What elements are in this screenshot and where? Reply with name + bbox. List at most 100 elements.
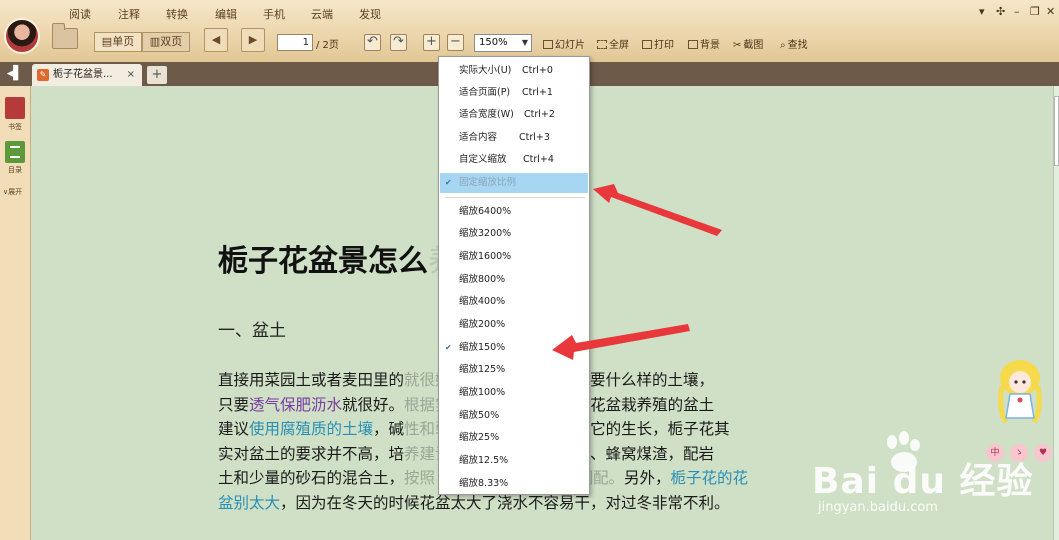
minimize-icon[interactable]: – — [1014, 5, 1020, 18]
text-run: 另外， — [623, 469, 671, 487]
next-page-button[interactable]: ▶ — [241, 28, 265, 52]
open-folder-icon[interactable] — [52, 23, 78, 49]
double-page-button[interactable]: ▥双页 — [142, 32, 190, 52]
menu-item-zoom-1600[interactable]: 缩放1600% — [440, 247, 588, 267]
menu-item-label: 缩放200% — [459, 319, 506, 330]
single-page-button[interactable]: ▤单页 — [94, 32, 142, 52]
menu-item-actual-size[interactable]: 实际大小(U) Ctrl+0 — [440, 61, 588, 81]
menu-item-zoom-200[interactable]: 缩放200% — [440, 315, 588, 335]
menu-separator — [445, 197, 585, 198]
menu-item-label: 缩放6400% — [459, 206, 512, 217]
background-label: 背景 — [700, 40, 720, 51]
screenshot-button[interactable]: ✂ 截图 — [733, 36, 763, 51]
background-button[interactable]: 背景 — [688, 36, 720, 51]
menu-item-fixed-zoom[interactable]: ✔ 固定缩放比例 — [440, 173, 588, 193]
prev-page-button[interactable]: ◀ — [204, 28, 228, 52]
menu-item-label: 实际大小(U) — [459, 65, 512, 76]
zoom-dropdown-menu: 实际大小(U) Ctrl+0 适合页面(P) Ctrl+1 适合宽度(W) Ctrl+… — [438, 56, 590, 495]
menu-item-label: 适合内容 — [459, 132, 498, 143]
menu-read[interactable]: 阅读 — [69, 6, 91, 22]
menu-item-zoom-12-5[interactable]: 缩放12.5% — [440, 451, 588, 471]
fullscreen-button[interactable]: 全屏 — [597, 36, 629, 51]
inline-link[interactable]: 栀子花的花 — [671, 469, 749, 487]
badge-heart[interactable]: ♥ — [1034, 444, 1052, 462]
single-page-icon: ▤ — [101, 35, 113, 48]
page-total: / 2页 — [316, 40, 339, 51]
text-run: 直接用菜园土或者麦田里的 — [218, 371, 405, 389]
toc-label[interactable]: 目录 — [8, 165, 22, 175]
menu-item-zoom-125[interactable]: 缩放125% — [440, 360, 588, 380]
section-heading: 一、盆土 — [218, 321, 286, 341]
zoom-out-button[interactable]: − — [447, 34, 464, 51]
fullscreen-icon — [597, 40, 607, 49]
menu-item-shortcut: Ctrl+2 — [524, 109, 555, 120]
zoom-select[interactable]: 150% ▼ — [474, 34, 532, 52]
rotate-left-button[interactable]: ↶ — [364, 34, 381, 51]
menu-item-zoom-50[interactable]: 缩放50% — [440, 406, 588, 426]
menu-item-zoom-400[interactable]: 缩放400% — [440, 292, 588, 312]
menu-mobile[interactable]: 手机 — [263, 6, 285, 22]
menu-convert[interactable]: 转换 — [166, 6, 188, 22]
settings-icon[interactable]: ✣ — [996, 5, 1005, 18]
single-page-label: 单页 — [112, 35, 135, 48]
menu-item-shortcut: Ctrl+3 — [519, 132, 550, 143]
text-run: 实对盆土的要求并不高，培 — [218, 444, 405, 463]
inline-link[interactable]: 透气保肥沥水 — [249, 396, 342, 414]
print-button[interactable]: 打印 — [642, 36, 674, 51]
minus-icon: − — [450, 34, 461, 49]
menu-item-zoom-25[interactable]: 缩放25% — [440, 428, 588, 448]
pdf-file-icon: ✎ — [37, 69, 49, 81]
menu-item-fit-content[interactable]: 适合内容 Ctrl+3 — [440, 128, 588, 148]
menu-item-label: 固定缩放比例 — [459, 177, 517, 188]
slideshow-button[interactable]: 幻灯片 — [543, 36, 585, 51]
close-window-icon[interactable]: ✕ — [1046, 5, 1055, 18]
menu-item-label: 缩放125% — [459, 364, 506, 375]
slideshow-label: 幻灯片 — [555, 40, 585, 51]
rotate-right-button[interactable]: ↷ — [390, 34, 407, 51]
plus-icon: + — [426, 34, 437, 49]
page-number-input[interactable]: 1 — [277, 34, 313, 51]
menu-edit[interactable]: 编辑 — [215, 6, 237, 22]
find-button[interactable]: ⌕ 查找 — [780, 36, 808, 51]
menu-item-zoom-800[interactable]: 缩放800% — [440, 270, 588, 290]
toc-icon[interactable] — [5, 141, 25, 163]
menu-item-fit-page[interactable]: 适合页面(P) Ctrl+1 — [440, 83, 588, 103]
menu-item-label: 缩放1600% — [459, 251, 512, 262]
maximize-icon[interactable]: ❐ — [1030, 5, 1040, 18]
chevron-down-icon: ▼ — [521, 38, 528, 47]
zoom-value: 150% — [479, 37, 508, 48]
document-tab[interactable]: ✎ 栀子花盆景... × — [32, 64, 142, 86]
menu-annotate[interactable]: 注释 — [118, 6, 140, 22]
expand-sidebar-button[interactable]: ∨展开 — [3, 187, 22, 197]
zoom-in-button[interactable]: + — [423, 34, 440, 51]
rotate-right-icon: ↷ — [393, 34, 404, 49]
menu-cloud[interactable]: 云端 — [311, 6, 333, 22]
double-page-icon: ▥ — [149, 35, 161, 48]
bookmark-label[interactable]: 书签 — [8, 122, 22, 132]
menu-item-label: 缩放400% — [459, 296, 506, 307]
anime-mascot-icon — [998, 360, 1042, 424]
collapse-sidebar-icon[interactable]: ◂▌ — [2, 65, 28, 83]
user-avatar[interactable] — [4, 18, 40, 54]
menu-item-label: 缩放25% — [459, 432, 500, 443]
screenshot-label: 截图 — [743, 40, 764, 51]
menu-item-custom-zoom[interactable]: 自定义缩放 Ctrl+4 — [440, 150, 588, 170]
new-tab-button[interactable]: + — [147, 66, 167, 84]
menu-item-zoom-3200[interactable]: 缩放3200% — [440, 224, 588, 244]
menu-item-zoom-8-33[interactable]: 缩放8.33% — [440, 474, 588, 494]
menu-item-fit-width[interactable]: 适合宽度(W) Ctrl+2 — [440, 105, 588, 125]
background-icon — [688, 40, 698, 49]
inline-link[interactable]: 盆别太大 — [218, 494, 280, 512]
menu-item-zoom-6400[interactable]: 缩放6400% — [440, 202, 588, 222]
close-tab-icon[interactable]: × — [127, 64, 135, 86]
menu-item-label: 适合页面(P) — [459, 87, 511, 98]
text-run: 土和少量的砂石的混合土， — [218, 469, 405, 487]
scrollbar-thumb[interactable] — [1054, 96, 1059, 166]
menu-item-zoom-100[interactable]: 缩放100% — [440, 383, 588, 403]
fullscreen-label: 全屏 — [609, 40, 629, 51]
menu-item-zoom-150[interactable]: ✔ 缩放150% — [440, 338, 588, 358]
bookmark-icon[interactable] — [5, 97, 25, 119]
menu-discover[interactable]: 发现 — [359, 6, 381, 22]
inline-link[interactable]: 使用腐殖质的土壤 — [249, 420, 373, 438]
skin-icon[interactable]: ▾ — [979, 5, 985, 18]
